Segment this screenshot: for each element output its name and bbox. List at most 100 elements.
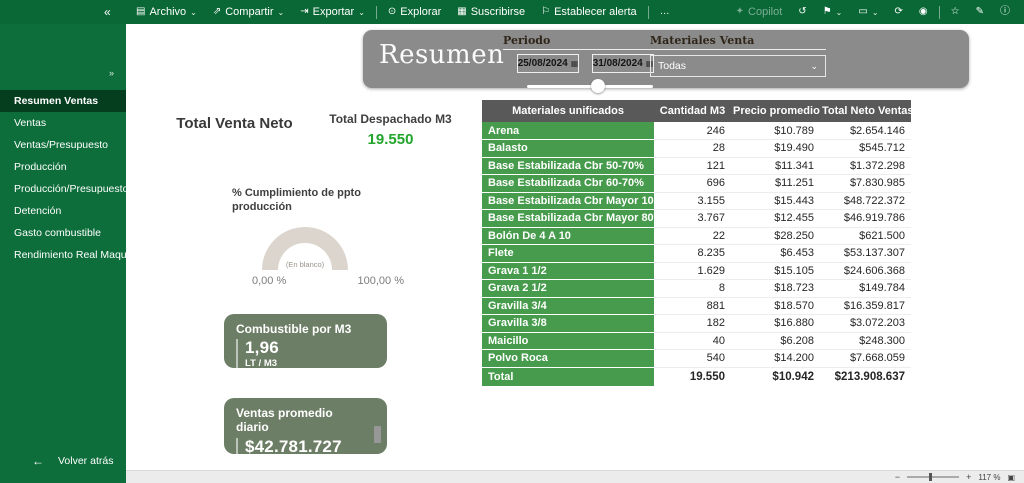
material-cell[interactable]: Gravilla 3/8 [482, 315, 654, 333]
subscribe-icon: ▦ [457, 7, 466, 17]
material-cell[interactable]: Base Estabilizada Cbr Mayor 100% [482, 192, 654, 210]
total-cell: $621.500 [820, 227, 911, 245]
sidebar-item-producción-presupuesto[interactable]: Producción/Presupuesto [0, 178, 126, 200]
precio-cell: $16.880 [731, 315, 820, 333]
material-cell[interactable]: Base Estabilizada Cbr 50-70% [482, 157, 654, 175]
total-label-cell: Total [482, 367, 654, 386]
favorite-button[interactable]: ☆ [943, 0, 968, 24]
total-cell: $24.606.368 [820, 262, 911, 280]
material-cell[interactable]: Balasto [482, 140, 654, 158]
menu-item-label: Explorar [400, 6, 441, 18]
view-button[interactable]: ▭⌄ [850, 0, 886, 24]
column-header[interactable]: Precio promedio [731, 100, 820, 122]
sidebar-item-gasto-combustible[interactable]: Gasto combustible [0, 222, 126, 244]
periodo-end-input[interactable]: 31/08/2024 ▦ [592, 54, 654, 73]
comment-icon: ◉ [919, 7, 928, 17]
material-cell[interactable]: Grava 2 1/2 [482, 280, 654, 298]
sidebar-item-producción[interactable]: Producción [0, 156, 126, 178]
chevron-down-icon: ⌄ [810, 61, 818, 72]
table-row: Base Estabilizada Cbr Mayor 80%3.767$12.… [482, 210, 911, 228]
ellipsis-icon: … [660, 7, 670, 17]
column-header[interactable]: Materiales unificados [482, 100, 654, 122]
material-cell[interactable]: Base Estabilizada Cbr Mayor 80% [482, 210, 654, 228]
materiales-selected-value: Todas [658, 60, 686, 72]
column-header[interactable]: Cantidad M3 [654, 100, 731, 122]
sidebar-item-resumen-ventas[interactable]: Resumen Ventas [0, 90, 126, 112]
material-cell[interactable]: Polvo Roca [482, 350, 654, 368]
bookmarks-button[interactable]: ⚑⌄ [815, 0, 851, 24]
column-header[interactable]: Total Neto Ventas [820, 100, 911, 122]
slider-track [527, 85, 653, 88]
combustible-card-unit: LT / M3 [245, 358, 375, 369]
ventas-promedio-card: Ventas promedio diario $42.781.727 [224, 398, 387, 454]
menu-item-explorar[interactable]: ⊙ Explorar [380, 0, 449, 24]
calendar-icon: ▦ [571, 59, 579, 68]
cantidad-cell: 696 [654, 175, 731, 193]
explore-icon: ⊙ [388, 7, 396, 17]
total-cell: $248.300 [820, 332, 911, 350]
chevron-down-icon: ⌄ [278, 8, 285, 17]
export-icon: ⇥ [300, 7, 308, 17]
combustible-card-title: Combustible por M3 [236, 322, 375, 336]
fit-to-page-icon[interactable]: ▣ [1007, 473, 1015, 482]
total-precio-cell: $10.942 [731, 367, 820, 386]
chevron-down-icon: ⌄ [358, 8, 365, 17]
sidebar-nav: Resumen VentasVentasVentas/PresupuestoPr… [0, 90, 126, 266]
total-cell: $53.137.307 [820, 245, 911, 263]
zoom-slider[interactable] [907, 476, 959, 478]
total-cell: $7.668.059 [820, 350, 911, 368]
periodo-range-slider[interactable] [527, 79, 653, 93]
menu-item-archivo[interactable]: ▤Archivo⌄ [128, 0, 205, 24]
info-button[interactable]: ⓘ [992, 0, 1018, 24]
top-app-bar: « ▤Archivo⌄⇗Compartir⌄⇥Exportar⌄ ⊙ Explora… [0, 0, 1024, 24]
file-icon: ▤ [136, 7, 145, 17]
material-cell[interactable]: Grava 1 1/2 [482, 262, 654, 280]
zoom-slider-thumb[interactable] [929, 473, 932, 481]
filter-panel: Resumen Periodo 25/08/2024 ▦ 31/08/2024 … [363, 30, 969, 88]
precio-cell: $15.443 [731, 192, 820, 210]
back-button[interactable]: ← Volver atrás [0, 451, 126, 471]
material-cell[interactable]: Base Estabilizada Cbr 60-70% [482, 175, 654, 193]
material-cell[interactable]: Flete [482, 245, 654, 263]
sidebar-item-detención[interactable]: Detención [0, 200, 126, 222]
copilot-button[interactable]: ✦Copilot [728, 0, 791, 24]
edit-button[interactable]: ✎ [968, 0, 992, 24]
topbar-right: ✦Copilot↺⚑⌄▭⌄⟳ ◉ ☆✎ⓘ [728, 0, 1018, 24]
periodo-start-input[interactable]: 25/08/2024 ▦ [517, 54, 579, 73]
material-cell[interactable]: Maicillo [482, 332, 654, 350]
menu-item-establecer-alerta[interactable]: ⚐ Establecer alerta [533, 0, 645, 24]
cantidad-cell: 1.629 [654, 262, 731, 280]
sidebar-item-ventas-presupuesto[interactable]: Ventas/Presupuesto [0, 134, 126, 156]
sidebar-collapse-icon[interactable]: » [109, 68, 114, 78]
total-cell: $2.654.146 [820, 122, 911, 140]
materiales-dropdown[interactable]: Todas ⌄ [650, 55, 826, 77]
total-cell: $16.359.817 [820, 297, 911, 315]
zoom-out-button[interactable]: − [895, 472, 900, 482]
material-cell[interactable]: Arena [482, 122, 654, 140]
menu-item-suscribirse[interactable]: ▦Suscribirse [449, 0, 533, 24]
cantidad-cell: 182 [654, 315, 731, 333]
sidebar-item-ventas[interactable]: Ventas [0, 112, 126, 134]
menu-item-exportar[interactable]: ⇥Exportar⌄ [292, 0, 373, 24]
comments-button[interactable]: ◉ [911, 0, 936, 24]
topbar-menu: ▤Archivo⌄⇗Compartir⌄⇥Exportar⌄ ⊙ Explorar ▦… [128, 0, 678, 24]
total-cell: $3.072.203 [820, 315, 911, 333]
menu-item-compartir[interactable]: ⇗Compartir⌄ [205, 0, 292, 24]
reset-button[interactable]: ↺ [790, 0, 814, 24]
refresh-button[interactable]: ⟳ [887, 0, 911, 24]
slider-thumb[interactable] [591, 79, 605, 93]
chevron-down-icon: ⌄ [190, 8, 197, 17]
table-row: Base Estabilizada Cbr Mayor 100%3.155$15… [482, 192, 911, 210]
bell-icon: ⚐ [541, 7, 550, 17]
card-scrollbar-thumb[interactable] [374, 426, 381, 443]
material-cell[interactable]: Bolón De 4 A 10 [482, 227, 654, 245]
menu-item-label: Establecer alerta [554, 6, 637, 18]
back-label: Volver atrás [58, 455, 113, 467]
sidebar-item-rendimiento-real-maquin[interactable]: Rendimiento Real Maquin... [0, 244, 126, 266]
menu-item-more-options[interactable]: … [652, 0, 678, 24]
material-cell[interactable]: Gravilla 3/4 [482, 297, 654, 315]
table-row: Balasto28$19.490$545.712 [482, 140, 911, 158]
cumplimiento-gauge: % Cumplimiento de ppto producción (En bl… [226, 186, 391, 287]
zoom-in-button[interactable]: + [966, 472, 971, 482]
collapse-rail-button[interactable]: « [104, 0, 111, 24]
